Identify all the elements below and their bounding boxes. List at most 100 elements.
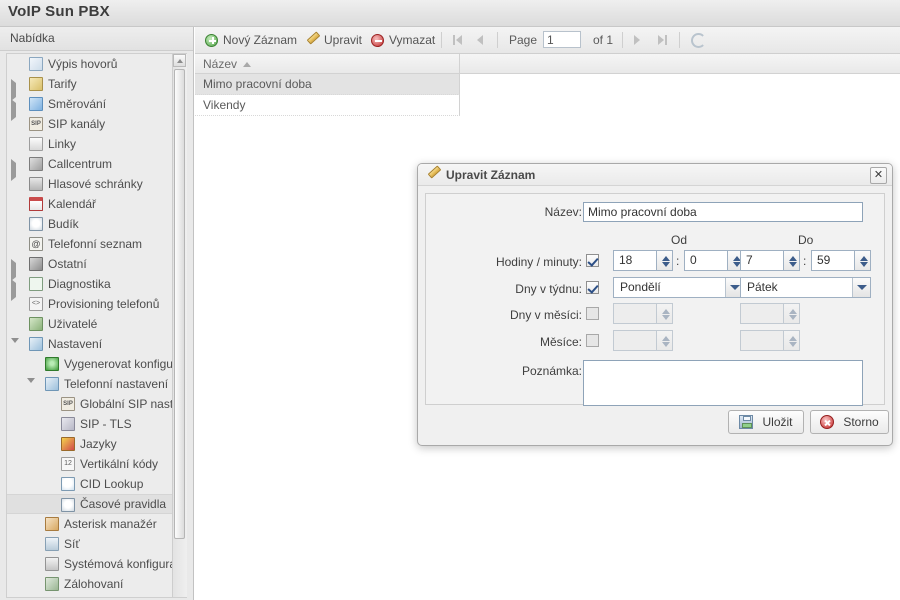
sidebar-item-linky[interactable]: Linky [7,134,173,154]
sidebar-item-ostatn[interactable]: Ostatní [7,254,173,281]
sidebar-item-z-lohovan[interactable]: Zálohovaní [7,574,173,594]
save-floppy-icon [739,415,754,429]
main-content: Nový Záznam Upravit Vymazat Page 1 of 1 … [195,27,900,600]
prev-page-button[interactable] [473,27,493,53]
save-button[interactable]: Uložit [728,410,804,434]
sidebar-item-v-pis-hovor[interactable]: Výpis hovorů [7,54,173,74]
sidebar-item-label: Provisioning telefonů [48,297,160,311]
cancel-button[interactable]: Storno [810,410,889,434]
last-page-button[interactable] [654,27,674,53]
scroll-up-button[interactable] [173,54,186,67]
sidebar-item-telefonn-seznam[interactable]: @ Telefonní seznam [7,234,173,254]
expander-expand-icon[interactable] [11,99,20,121]
hours-to-minute-spinner[interactable]: 59 [811,250,871,271]
expander-collapse-icon[interactable] [11,338,20,357]
note-textarea[interactable] [583,360,863,406]
hours-from-minute-spinner[interactable]: 0 [684,250,744,271]
grid-column-header-name[interactable]: Název [195,54,460,74]
spin-down-icon [662,315,670,320]
spin-up-icon[interactable] [789,256,797,261]
sidebar-item-asterisk-mana-r[interactable]: Asterisk manažér [7,514,173,534]
dialog-title: Upravit Záznam [446,167,536,182]
sidebar-item-provisioning-telefon[interactable]: <> Provisioning telefonů [7,294,173,314]
weekdays-checkbox[interactable] [586,281,599,294]
sidebar-item-item-27[interactable] [7,594,173,597]
edit-button[interactable]: Upravit [302,27,366,53]
months-checkbox[interactable] [586,334,599,347]
page-input[interactable] [543,31,581,48]
sidebar-item-u-ivatel[interactable]: Uživatelé [7,314,173,334]
sidebar-item-s[interactable]: Síť [7,534,173,554]
sidebar-item-glob-ln-sip-nastaven[interactable]: SIP Globální SIP nastaven [7,394,187,414]
table-row[interactable]: Vikendy [195,95,460,116]
grid-toolbar: Nový Záznam Upravit Vymazat Page 1 of 1 [195,27,900,54]
sidebar-item-bud-k[interactable]: Budík [7,214,173,234]
new-record-button[interactable]: Nový Záznam [201,27,301,53]
table-row[interactable]: Mimo pracovní doba [195,74,460,95]
sort-ascending-icon [243,62,251,67]
close-button[interactable]: ✕ [870,167,887,184]
expander-expand-icon[interactable] [11,279,20,301]
hours-field-label: Hodiny / minuty: [495,255,582,269]
voicemail-icon [29,177,43,191]
sidebar-item-sip-kan-ly[interactable]: SIP SIP kanály [7,114,173,134]
sidebar-item-telefonn-nastaven[interactable]: Telefonní nastavení [7,374,173,397]
first-page-button[interactable] [449,27,469,53]
hours-from-hour-spinner[interactable]: 18 [613,250,673,271]
diagnostics-icon [29,277,43,291]
last-page-icon [658,34,670,46]
sidebar-item-asov-pravidla[interactable]: Časové pravidla [7,494,173,514]
sidebar-item-label: Systémová konfigurace [64,557,187,571]
toolbar-separator-3 [622,32,623,48]
next-page-button[interactable] [630,27,650,53]
hours-checkbox[interactable] [586,254,599,267]
sidebar-item-vertik-ln-k-dy[interactable]: 12 Vertikální kódy [7,454,173,474]
sidebar-item-hlasov-schr-nky[interactable]: Hlasové schránky [7,174,173,194]
sidebar-item-callcentrum[interactable]: Callcentrum [7,154,173,181]
hours-from-hour-buttons[interactable] [656,250,673,271]
spin-down-icon[interactable] [662,262,670,267]
sidebar-item-label: Vygenerovat konfiguraci [64,357,187,371]
delete-button[interactable]: Vymazat [367,27,439,53]
expander-expand-icon[interactable] [11,259,20,281]
weekday-from-select[interactable]: Pondělí [613,277,744,298]
expander-collapse-icon[interactable] [27,378,36,397]
asterisk-manager-icon [45,517,59,531]
sidebar-item-nastaven[interactable]: Nastavení [7,334,173,357]
sidebar-item-syst-mov-konfigurace[interactable]: Systémová konfigurace [7,554,187,574]
sidebar-item-jazyky[interactable]: Jazyky [7,434,173,454]
sidebar-item-label: Kalendář [48,197,97,211]
sidebar-item-sm-rov-n[interactable]: Směrování [7,94,173,121]
sidebar-item-sip-tls[interactable]: SIP - TLS [7,414,173,434]
name-input[interactable] [583,202,863,222]
sidebar-scrollbar[interactable] [172,54,187,597]
scrollbar-thumb[interactable] [174,69,185,539]
spin-down-icon[interactable] [789,262,797,267]
hours-to-hour-buttons[interactable] [783,250,800,271]
sidebar-item-label: CID Lookup [80,477,144,491]
weekday-to-select[interactable]: Pátek [740,277,871,298]
spin-down-icon[interactable] [860,262,868,267]
dialog-header: Upravit Záznam ✕ [418,164,892,186]
refresh-button[interactable] [687,27,710,53]
spin-up-icon[interactable] [860,256,868,261]
expander-expand-icon[interactable] [11,159,20,181]
monthdays-checkbox[interactable] [586,307,599,320]
sidebar-item-kalend[interactable]: Kalendář [7,194,173,214]
hours-to-hour-spinner[interactable]: 7 [740,250,800,271]
hours-to-minute-buttons[interactable] [854,250,871,271]
spin-down-icon [789,342,797,347]
sidebar-item-cid-lookup[interactable]: CID Lookup [7,474,173,494]
month-to-value [740,330,784,351]
weekday-to-arrow[interactable] [852,278,870,297]
sidebar-item-tarify[interactable]: Tarify [7,74,173,101]
sidebar-item-vygenerovat-konfiguraci[interactable]: Vygenerovat konfiguraci [7,354,187,374]
sidebar-item-diagnostika[interactable]: Diagnostika [7,274,173,301]
hours-to-hour-value: 7 [740,250,784,271]
sidebar-item-label: Telefonní seznam [48,237,143,251]
pencil-icon [427,168,440,181]
spin-up-icon[interactable] [662,256,670,261]
expander-expand-icon[interactable] [11,79,20,101]
save-label: Uložit [762,415,793,429]
sidebar-tree-panel: Výpis hovorů Tarify Směrování SIP SIP kanály… [6,53,187,598]
